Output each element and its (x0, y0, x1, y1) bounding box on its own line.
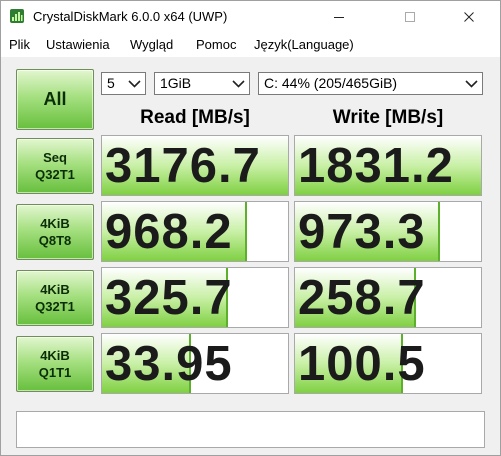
drive-value: C: 44% (205/465GiB) (264, 75, 398, 91)
read-column-header: Read [MB/s] (140, 107, 250, 128)
write-result-4kib-q8t8: 973.3 (294, 201, 482, 262)
test-label-line1: 4KiB (40, 348, 70, 363)
menu-ustawienia[interactable]: Ustawienia (46, 37, 110, 52)
run-all-label: All (43, 89, 67, 109)
maximize-icon (405, 11, 415, 22)
test-button-4kib-q32t1[interactable]: 4KiB Q32T1 (16, 270, 94, 326)
chevron-down-icon (465, 80, 478, 88)
read-result-value: 968.2 (105, 205, 233, 259)
test-size-select[interactable]: 1GiB (154, 72, 250, 95)
test-button-4kib-q8t8[interactable]: 4KiB Q8T8 (16, 204, 94, 260)
test-label-line1: 4KiB (40, 216, 70, 231)
window-title: CrystalDiskMark 6.0.0 x64 (UWP) (33, 9, 228, 24)
write-result-value: 100.5 (298, 337, 426, 391)
write-result-value: 258.7 (298, 271, 426, 325)
chevron-down-icon (232, 80, 245, 88)
read-result-4kib-q8t8: 968.2 (101, 201, 289, 262)
minimize-button[interactable] (316, 1, 362, 32)
close-icon (464, 11, 474, 22)
write-result-bar-edge (438, 202, 440, 261)
read-result-value: 3176.7 (105, 139, 261, 193)
test-count-select[interactable]: 5 (101, 72, 146, 95)
read-result-4kib-q32t1: 325.7 (101, 267, 289, 328)
close-button[interactable] (446, 1, 492, 32)
read-result-seq-q32t1: 3176.7 (101, 135, 289, 196)
read-result-value: 33.95 (105, 337, 233, 391)
menu-wyglad[interactable]: Wygląd (130, 37, 173, 52)
read-result-bar-edge (245, 202, 247, 261)
test-label-line1: 4KiB (40, 282, 70, 297)
test-label-line1: Seq (43, 150, 67, 165)
write-result-value: 973.3 (298, 205, 426, 259)
test-button-4kib-q1t1[interactable]: 4KiB Q1T1 (16, 336, 94, 392)
app-window: CrystalDiskMark 6.0.0 x64 (UWP) Plik Ust… (0, 0, 501, 456)
menu-pomoc[interactable]: Pomoc (196, 37, 236, 52)
menu-plik[interactable]: Plik (9, 37, 30, 52)
test-button-seq-q32t1[interactable]: Seq Q32T1 (16, 138, 94, 194)
minimize-icon (334, 16, 344, 18)
test-label-line2: Q32T1 (35, 167, 75, 182)
run-all-button[interactable]: All (16, 69, 94, 130)
read-result-4kib-q1t1: 33.95 (101, 333, 289, 394)
drive-select[interactable]: C: 44% (205/465GiB) (258, 72, 483, 95)
write-result-4kib-q32t1: 258.7 (294, 267, 482, 328)
test-label-line2: Q8T8 (38, 233, 72, 248)
write-result-seq-q32t1: 1831.2 (294, 135, 482, 196)
test-label-line2: Q1T1 (38, 365, 72, 380)
write-column-header: Write [MB/s] (332, 107, 444, 128)
comment-input[interactable] (16, 411, 485, 448)
test-count-value: 5 (107, 75, 115, 91)
write-result-4kib-q1t1: 100.5 (294, 333, 482, 394)
menu-bar: Plik Ustawienia Wygląd Pomoc Język(Langu… (1, 32, 500, 57)
maximize-button[interactable] (387, 1, 433, 32)
test-label-line2: Q32T1 (35, 299, 75, 314)
main-panel: All 5 1GiB C: 44% (205/465GiB) Read [MB/… (1, 57, 500, 455)
write-result-value: 1831.2 (298, 139, 454, 193)
title-bar[interactable]: CrystalDiskMark 6.0.0 x64 (UWP) (1, 1, 500, 32)
test-size-value: 1GiB (160, 75, 192, 91)
menu-jezyk[interactable]: Język(Language) (254, 37, 354, 52)
chevron-down-icon (128, 80, 141, 88)
read-result-value: 325.7 (105, 271, 233, 325)
crystaldiskmark-app-icon (10, 9, 24, 23)
